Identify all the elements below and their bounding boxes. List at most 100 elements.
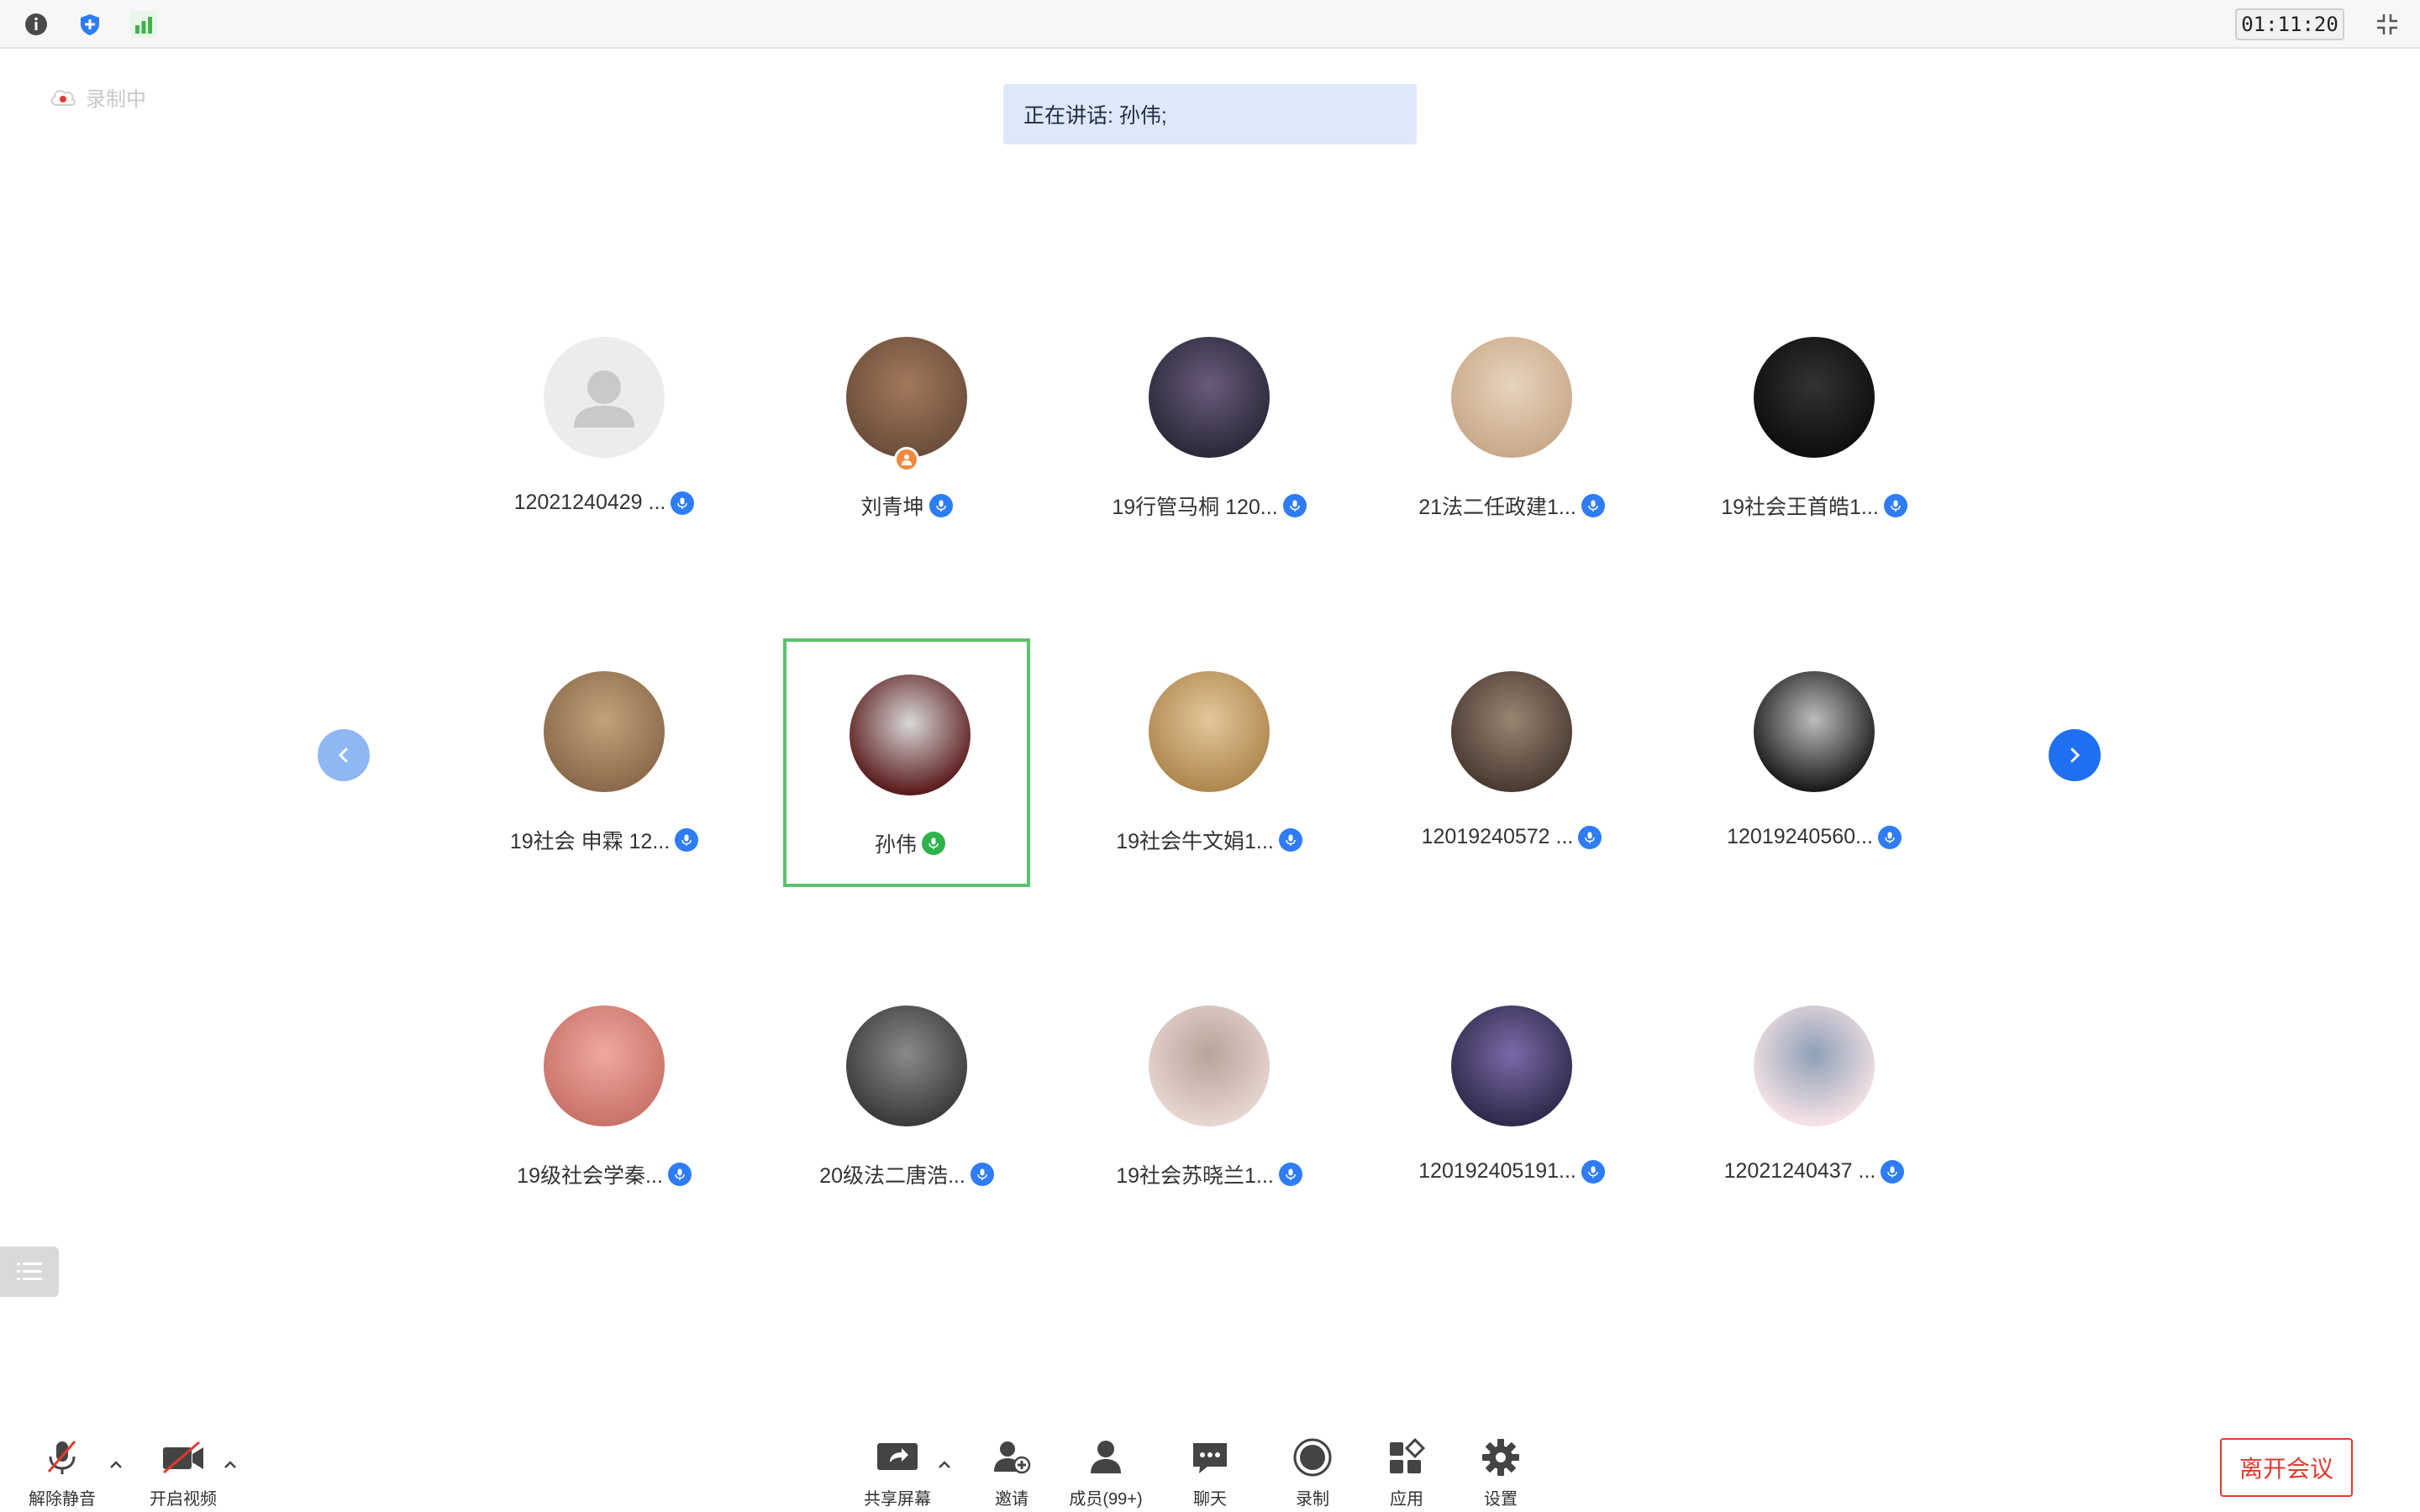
shield-icon[interactable] [74,8,106,40]
participant-name: 12021240429 ... [513,491,666,514]
previous-page-button[interactable] [318,729,370,781]
apps-button[interactable]: 应用 [1356,1435,1457,1509]
participant-name: 刘青坤 [860,496,924,519]
participant-tile[interactable]: 12019240572 ... [1388,638,1635,887]
bottom-toolbar: 解除静音 开启视频 共享屏幕 邀请 成员(99+) 聊天 录制 应用 设置 离开… [0,1420,2420,1512]
recording-indicator: 录制中 [49,82,146,112]
mic-status-icon [1581,494,1605,517]
recording-label: 录制中 [86,88,146,111]
participant-tile[interactable]: 刘青坤 [783,304,1030,553]
participant-name: 19社会牛文娟1... [1116,830,1274,853]
chevron-right-icon [2070,748,2081,763]
participant-tile[interactable]: 19级社会学秦... [481,973,728,1221]
participant-tile[interactable]: 19行管马桐 120... [1086,304,1333,553]
participant-tile[interactable]: 19社会牛文娟1... [1086,638,1333,887]
members-button[interactable]: 成员(99+) [1055,1435,1156,1509]
participant-label: 120192405191... [1355,1159,1669,1184]
share-screen-button[interactable]: 共享屏幕 [847,1435,948,1509]
mic-status-icon [929,494,953,517]
record-button[interactable]: 录制 [1262,1435,1363,1509]
participant-tile[interactable]: 12021240429 ... [481,304,728,553]
apps-icon [1381,1435,1432,1480]
participant-label: 19级社会学秦... [447,1159,761,1189]
participant-name: 120192405191... [1418,1159,1576,1183]
unmute-label: 解除静音 [29,1490,96,1509]
members-icon [1081,1435,1131,1480]
mic-status-icon [1877,825,1902,849]
host-badge-icon [894,447,919,472]
signal-icon[interactable] [128,8,160,40]
participant-tile[interactable]: 21法二任政建1... [1388,304,1635,553]
chat-label: 聊天 [1193,1490,1227,1509]
mic-status-icon [671,491,695,515]
participant-tile[interactable]: 19社会 申霖 12... [481,638,728,887]
avatar [1149,337,1270,458]
chevron-left-icon [338,748,348,763]
share-screen-label: 共享屏幕 [864,1490,931,1509]
invite-button[interactable]: 邀请 [961,1435,1062,1509]
settings-label: 设置 [1484,1490,1518,1509]
avatar [544,1005,665,1126]
unmute-button[interactable]: 解除静音 [12,1435,113,1509]
list-toggle-button[interactable] [0,1247,59,1297]
participant-name: 孙伟 [874,833,917,857]
mic-muted-icon [37,1435,87,1480]
avatar [846,1005,967,1126]
mic-status-icon [675,828,699,852]
participant-tile[interactable]: 12021240437 ... [1691,973,1938,1221]
chat-icon [1185,1435,1235,1480]
participant-name: 12019240560... [1727,825,1873,848]
mic-status-icon [1278,828,1302,852]
cloud-record-icon [50,89,76,106]
participant-label: 20级法二唐浩... [750,1159,1064,1189]
mic-status-icon [1578,825,1602,849]
settings-button[interactable]: 设置 [1450,1435,1551,1509]
participant-label: 19行管马桐 120... [1052,491,1366,521]
avatar [846,337,967,458]
participant-label: 12021240437 ... [1657,1159,1971,1184]
avatar [1149,1005,1270,1126]
chevron-up-icon [939,1461,950,1468]
participant-tile[interactable]: 19社会苏晓兰1... [1086,973,1333,1221]
avatar [1754,671,1875,792]
participant-tile[interactable]: 孙伟 [783,638,1030,887]
participant-tile[interactable]: 120192405191... [1388,973,1635,1221]
participant-label: 21法二任政建1... [1355,491,1669,521]
share-screen-icon [872,1435,923,1480]
participant-name: 21法二任政建1... [1418,496,1576,519]
audio-options-caret[interactable] [106,1455,126,1475]
participant-label: 19社会 申霖 12... [447,825,761,855]
exit-fullscreen-icon[interactable] [2371,8,2403,40]
participant-name: 19社会王首皓1... [1721,496,1879,519]
info-icon[interactable] [20,8,52,40]
participant-label: 孙伟 [753,828,1067,858]
participant-label: 刘青坤 [750,491,1064,521]
user-placeholder-icon [574,370,634,428]
record-label: 录制 [1296,1490,1329,1509]
start-video-button[interactable]: 开启视频 [133,1435,234,1509]
avatar [544,337,665,458]
participant-name: 19行管马桐 120... [1112,496,1278,519]
meeting-timer: 01:11:20 [2235,8,2344,40]
leave-meeting-button[interactable]: 离开会议 [2220,1438,2353,1497]
participant-label: 19社会王首皓1... [1657,491,1971,521]
avatar [1451,337,1572,458]
avatar [1451,671,1572,792]
invite-label: 邀请 [995,1490,1028,1509]
share-options-caret[interactable] [934,1455,955,1475]
participant-name: 19社会 申霖 12... [509,830,671,853]
participant-label: 12021240429 ... [447,491,761,515]
chevron-up-icon [110,1461,122,1468]
avatar [1451,1005,1572,1126]
chat-button[interactable]: 聊天 [1160,1435,1260,1509]
participant-tile[interactable]: 12019240560... [1691,638,1938,887]
participant-name: 12021240437 ... [1723,1159,1876,1183]
avatar [1754,337,1875,458]
avatar [1754,1005,1875,1126]
participant-label: 12019240560... [1657,825,1971,849]
participant-tile[interactable]: 20级法二唐浩... [783,973,1030,1221]
participant-tile[interactable]: 19社会王首皓1... [1691,304,1938,553]
participant-label: 19社会牛文娟1... [1052,825,1366,855]
next-page-button[interactable] [2049,729,2101,781]
video-options-caret[interactable] [220,1455,240,1475]
